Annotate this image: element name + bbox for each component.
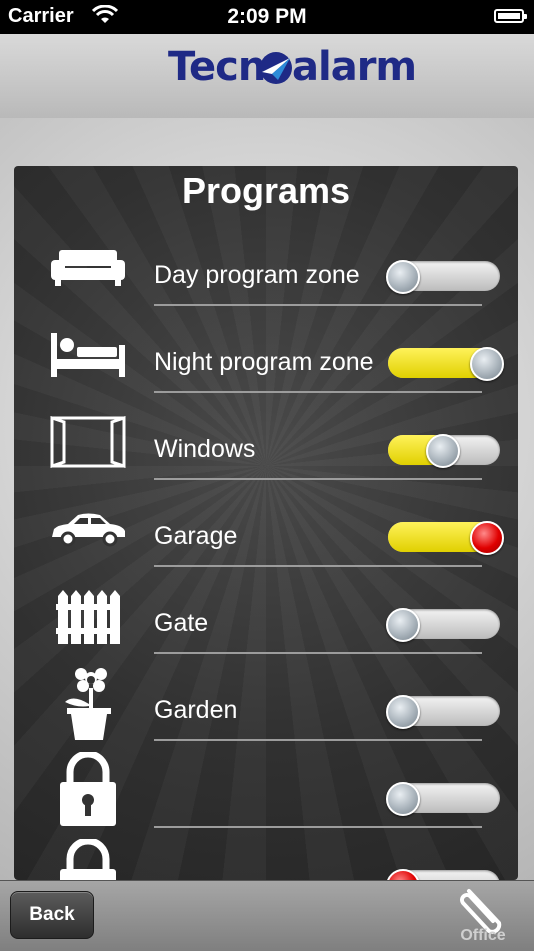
program-label: Garden	[154, 696, 238, 724]
toggle-knob[interactable]	[386, 695, 420, 729]
status-bar: Carrier 2:09 PM	[0, 0, 534, 34]
sofa-icon	[48, 232, 128, 304]
program-row	[14, 752, 518, 841]
program-toggle[interactable]	[386, 608, 500, 642]
program-label: Gate	[154, 609, 209, 637]
bottom-toolbar: Back Office	[0, 880, 534, 951]
program-row	[14, 839, 518, 880]
toggle-knob[interactable]	[386, 782, 420, 816]
clock: 2:09 PM	[227, 5, 307, 28]
program-row: Windows	[14, 406, 518, 493]
program-label: Windows	[154, 435, 256, 463]
toggle-knob[interactable]	[470, 521, 504, 555]
program-toggle[interactable]	[388, 434, 500, 468]
program-label: Night program zone	[154, 348, 374, 376]
program-toggle[interactable]	[386, 782, 500, 816]
back-button[interactable]: Back	[10, 891, 94, 939]
lock-icon	[48, 839, 128, 880]
program-toggle[interactable]	[388, 521, 504, 555]
program-toggle[interactable]	[386, 260, 500, 294]
flower-icon	[48, 667, 128, 740]
gate-icon	[48, 580, 128, 652]
row-divider	[154, 739, 482, 741]
program-label: Garage	[154, 522, 238, 550]
program-row: Night program zone	[14, 319, 518, 406]
program-toggle[interactable]	[388, 347, 504, 381]
car-icon	[48, 493, 128, 565]
row-divider	[154, 826, 482, 828]
program-toggle[interactable]	[386, 869, 500, 880]
row-divider	[154, 652, 482, 654]
toggle-knob[interactable]	[426, 434, 460, 468]
window-icon	[48, 406, 128, 478]
battery-icon	[494, 9, 527, 23]
row-divider	[154, 391, 482, 393]
row-divider	[154, 565, 482, 567]
toggle-knob[interactable]	[470, 347, 504, 381]
program-row: Day program zone	[14, 232, 518, 319]
row-divider	[154, 478, 482, 480]
toggle-knob[interactable]	[386, 608, 420, 642]
program-row: Garden	[14, 667, 518, 754]
toggle-knob[interactable]	[386, 260, 420, 294]
toggle-knob[interactable]	[386, 869, 420, 880]
row-divider	[154, 304, 482, 306]
program-toggle[interactable]	[386, 695, 500, 729]
office-label[interactable]: Office	[450, 927, 516, 945]
bed-icon	[48, 319, 128, 391]
page-title: Programs	[181, 170, 351, 211]
tecnoalarm-logo: Tecn alarm	[168, 44, 417, 90]
lock-icon	[48, 752, 128, 826]
programs-panel: Programs Day program zone Night program z…	[14, 166, 518, 880]
program-row: Gate	[14, 580, 518, 667]
program-label: Day program zone	[154, 261, 360, 289]
program-row: Garage	[14, 493, 518, 580]
